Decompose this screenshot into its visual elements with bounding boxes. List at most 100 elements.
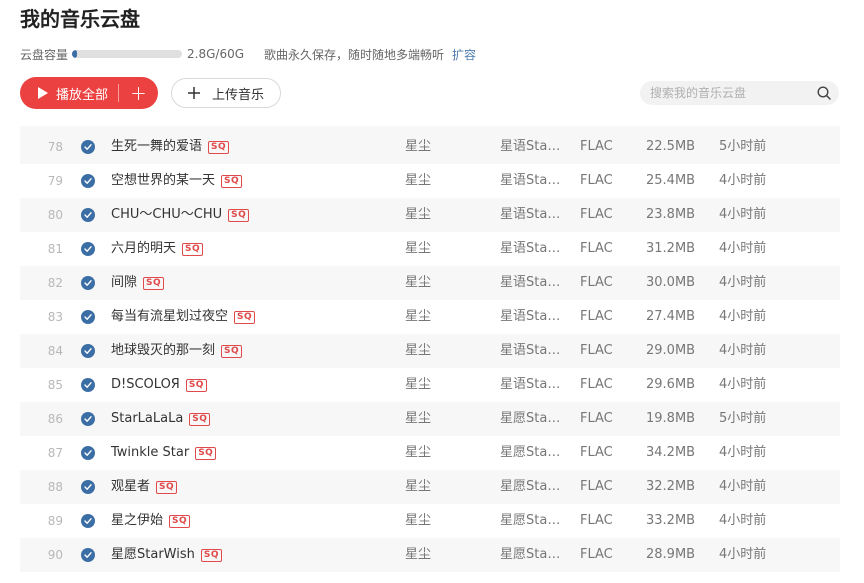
song-album[interactable]: 星语StarDust: [500, 198, 565, 232]
song-artist[interactable]: 星尘: [405, 334, 485, 368]
song-size: 29.6MB: [646, 377, 696, 392]
song-row[interactable]: 88 观星者 SQ 星尘 星愿StarWish FLAC 32.2MB 4小时前: [20, 470, 840, 504]
song-artist[interactable]: 星尘: [405, 198, 485, 232]
song-album[interactable]: 星愿StarWish: [500, 402, 565, 436]
song-artist[interactable]: 星尘: [405, 538, 485, 572]
song-size: 28.9MB: [646, 547, 696, 562]
song-artist[interactable]: 星尘: [405, 130, 485, 164]
song-artist[interactable]: 星尘: [405, 470, 485, 504]
song-album[interactable]: 星语StarDust: [500, 266, 565, 300]
song-artist[interactable]: 星尘: [405, 232, 485, 266]
song-format: FLAC: [580, 173, 613, 188]
check-icon[interactable]: [81, 174, 95, 188]
song-title-cell: CHU～CHU～CHU SQ: [111, 198, 401, 232]
sq-badge: SQ: [228, 208, 250, 222]
song-title[interactable]: 每当有流星划过夜空: [111, 300, 228, 334]
capacity-label: 云盘容量: [20, 47, 69, 62]
song-title[interactable]: StarLaLaLa: [111, 402, 183, 436]
song-format: FLAC: [580, 309, 613, 324]
song-album[interactable]: 星愿StarWish: [500, 436, 565, 470]
song-title[interactable]: 地球毁灭的那一刻: [111, 334, 215, 368]
song-row[interactable]: 81 六月的明天 SQ 星尘 星语StarDust FLAC 31.2MB 4小…: [20, 232, 840, 266]
check-icon[interactable]: [81, 310, 95, 324]
song-title[interactable]: 间隙: [111, 266, 137, 300]
play-all-main[interactable]: 播放全部: [20, 77, 118, 109]
song-title[interactable]: 空想世界的某一天: [111, 164, 215, 198]
song-title[interactable]: 观星者: [111, 470, 150, 504]
check-icon[interactable]: [81, 242, 95, 256]
song-row[interactable]: 83 每当有流星划过夜空 SQ 星尘 星语StarDust FLAC 27.4M…: [20, 300, 840, 334]
song-upload-time: 4小时前: [719, 547, 767, 562]
check-icon[interactable]: [81, 412, 95, 426]
search-input[interactable]: [640, 85, 812, 101]
song-index: 83: [47, 310, 63, 324]
check-icon[interactable]: [81, 446, 95, 460]
song-format: FLAC: [580, 411, 613, 426]
song-album[interactable]: 星语StarDust: [500, 130, 565, 164]
song-title[interactable]: D!SCOLOЯ: [111, 368, 180, 402]
song-artist[interactable]: 星尘: [405, 402, 485, 436]
song-artist[interactable]: 星尘: [405, 300, 485, 334]
song-album[interactable]: 星语StarDust: [500, 368, 565, 402]
check-icon[interactable]: [81, 140, 95, 154]
song-album[interactable]: 星语StarDust: [500, 334, 565, 368]
song-title[interactable]: Twinkle Star: [111, 436, 189, 470]
song-album[interactable]: 星愿StarWish: [500, 504, 565, 538]
sq-badge: SQ: [200, 548, 222, 562]
sq-badge: SQ: [195, 446, 217, 460]
upload-music-button[interactable]: 上传音乐: [171, 78, 281, 108]
song-upload-time: 4小时前: [719, 513, 767, 528]
expand-capacity-link[interactable]: 扩容: [452, 46, 476, 63]
song-row[interactable]: 84 地球毁灭的那一刻 SQ 星尘 星语StarDust FLAC 29.0MB…: [20, 334, 840, 368]
song-row[interactable]: 90 星愿StarWish SQ 星尘 星愿StarWish FLAC 28.9…: [20, 538, 840, 572]
song-row[interactable]: 89 星之伊始 SQ 星尘 星愿StarWish FLAC 33.2MB 4小时…: [20, 504, 840, 538]
song-row[interactable]: 78 生死一舞的爱语 SQ 星尘 星语StarDust FLAC 22.5MB …: [20, 130, 840, 164]
search-box[interactable]: [640, 81, 839, 105]
check-icon[interactable]: [81, 344, 95, 358]
sq-badge: SQ: [208, 140, 230, 154]
song-row[interactable]: 82 间隙 SQ 星尘 星语StarDust FLAC 30.0MB 4小时前: [20, 266, 840, 300]
song-album[interactable]: 星愿StarWish: [500, 470, 565, 504]
song-album[interactable]: 星愿StarWish: [500, 538, 565, 572]
song-row[interactable]: 80 CHU～CHU～CHU SQ 星尘 星语StarDust FLAC 23.…: [20, 198, 840, 232]
sq-badge: SQ: [189, 412, 211, 426]
check-icon[interactable]: [81, 276, 95, 290]
song-size: 31.2MB: [646, 241, 696, 256]
sq-badge: SQ: [143, 276, 165, 290]
song-format: FLAC: [580, 241, 613, 256]
song-artist[interactable]: 星尘: [405, 504, 485, 538]
song-title[interactable]: 星之伊始: [111, 504, 163, 538]
song-artist[interactable]: 星尘: [405, 266, 485, 300]
song-title[interactable]: 星愿StarWish: [111, 538, 195, 572]
check-icon[interactable]: [81, 480, 95, 494]
play-all-button[interactable]: 播放全部 +: [20, 77, 158, 109]
check-icon[interactable]: [81, 548, 95, 562]
search-icon[interactable]: [817, 86, 831, 100]
add-to-playlist-icon[interactable]: +: [119, 77, 158, 109]
song-title[interactable]: 生死一舞的爱语: [111, 130, 202, 164]
cloud-capacity: 云盘容量 2.8G/60G 歌曲永久保存，随时随地多端畅听 扩容: [20, 45, 476, 63]
check-icon[interactable]: [81, 208, 95, 222]
song-size: 32.2MB: [646, 479, 696, 494]
capacity-used-text: 2.8G/60G: [187, 47, 245, 61]
song-title[interactable]: 六月的明天: [111, 232, 176, 266]
song-artist[interactable]: 星尘: [405, 164, 485, 198]
song-title-cell: 生死一舞的爱语 SQ: [111, 130, 401, 164]
song-index: 82: [47, 276, 63, 290]
song-title[interactable]: CHU～CHU～CHU: [111, 198, 222, 232]
song-album[interactable]: 星语StarDust: [500, 164, 565, 198]
song-format: FLAC: [580, 343, 613, 358]
song-row[interactable]: 85 D!SCOLOЯ SQ 星尘 星语StarDust FLAC 29.6MB…: [20, 368, 840, 402]
song-row[interactable]: 87 Twinkle Star SQ 星尘 星愿StarWish FLAC 34…: [20, 436, 840, 470]
check-icon[interactable]: [81, 514, 95, 528]
song-artist[interactable]: 星尘: [405, 436, 485, 470]
song-album[interactable]: 星语StarDust: [500, 300, 565, 334]
song-artist[interactable]: 星尘: [405, 368, 485, 402]
song-row[interactable]: 86 StarLaLaLa SQ 星尘 星愿StarWish FLAC 19.8…: [20, 402, 840, 436]
song-album[interactable]: 星语StarDust: [500, 232, 565, 266]
song-title-cell: Twinkle Star SQ: [111, 436, 401, 470]
capacity-bar-fill: [72, 50, 78, 58]
check-icon[interactable]: [81, 378, 95, 392]
song-upload-time: 4小时前: [719, 479, 767, 494]
song-row[interactable]: 79 空想世界的某一天 SQ 星尘 星语StarDust FLAC 25.4MB…: [20, 164, 840, 198]
